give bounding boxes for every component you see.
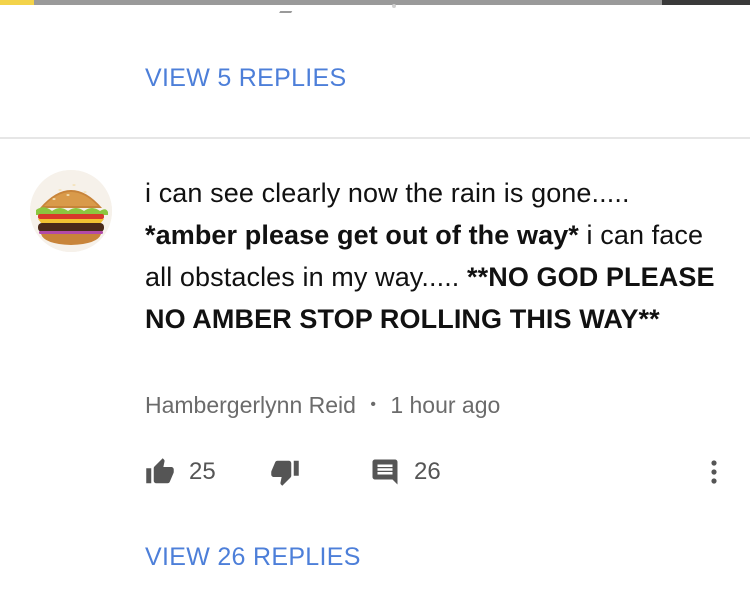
comment-timestamp[interactable]: 1 hour ago — [390, 392, 500, 418]
clipped-dot-fragment — [392, 4, 396, 8]
like-count: 25 — [189, 458, 216, 485]
comment-author[interactable]: Hambergerlynn Reid — [145, 392, 356, 418]
meta-separator: • — [370, 395, 376, 413]
progress-segment-gray — [34, 0, 662, 5]
thumbs-up-icon — [146, 458, 174, 484]
like-button[interactable]: 25 — [145, 452, 216, 492]
comment-icon — [372, 459, 398, 485]
thumbs-down-icon — [271, 460, 299, 486]
dislike-button[interactable] — [270, 452, 300, 492]
comment-text: i can see clearly now the rain is gone..… — [145, 172, 720, 340]
reply-button[interactable]: 26 — [370, 452, 441, 492]
comment-divider — [0, 137, 750, 139]
reply-count: 26 — [414, 458, 441, 485]
user-avatar[interactable] — [30, 170, 112, 252]
view-replies-button[interactable]: VIEW 5 REPLIES — [145, 64, 347, 93]
more-options-button[interactable] — [704, 452, 724, 492]
progress-segment-dark — [662, 0, 750, 5]
comment-text-bold1: *amber please get out of the way* — [145, 220, 579, 250]
progress-segment-yellow — [0, 0, 34, 5]
comment-text-part1: i can see clearly now the rain is gone..… — [145, 178, 630, 208]
more-vertical-icon — [711, 460, 717, 484]
comment-actions: 25 26 — [0, 452, 750, 492]
view-replies-button-bottom[interactable]: VIEW 26 REPLIES — [145, 543, 361, 572]
scroll-progress-bar — [0, 0, 750, 5]
hamburger-avatar-icon — [30, 170, 112, 252]
comment-meta: Hambergerlynn Reid • 1 hour ago — [145, 392, 500, 419]
